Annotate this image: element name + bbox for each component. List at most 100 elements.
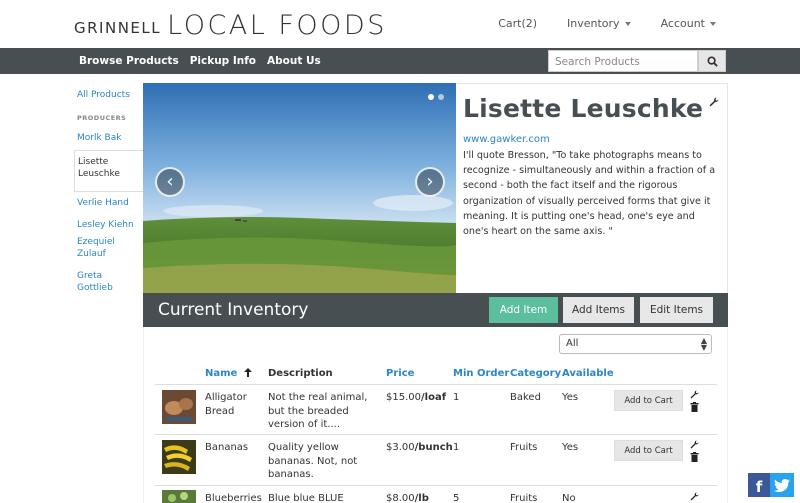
product-category: Baked <box>510 392 541 403</box>
product-category: Fruits <box>510 493 538 503</box>
column-header-description: Description <box>268 368 333 379</box>
site-header: GRINNELL LOCAL FOODS Cart(2) Inventory A… <box>0 0 800 48</box>
producer-photo-carousel: ‹ › <box>143 83 456 293</box>
sort-up-icon <box>243 368 252 377</box>
table-divider <box>155 434 717 435</box>
producer-bio: I'll quote Bresson, "To take photographs… <box>463 150 716 238</box>
table-divider <box>155 485 717 486</box>
row-actions <box>690 390 699 412</box>
row-actions <box>690 440 699 462</box>
product-available: Yes <box>562 392 579 403</box>
account-menu[interactable]: Account <box>661 17 716 30</box>
main-navbar: Browse Products Pickup Info About Us Sea… <box>0 48 800 74</box>
trash-icon[interactable] <box>690 402 699 412</box>
product-price: $15.00/loaf <box>386 391 446 405</box>
producer-name: Lisette Leuschke <box>463 94 704 123</box>
sidebar-producer-item[interactable]: Lesley Kiehn <box>77 219 139 231</box>
carousel-prev-button[interactable]: ‹ <box>155 167 185 197</box>
trash-icon[interactable] <box>690 452 699 462</box>
carousel-next-button[interactable]: › <box>415 167 445 197</box>
sidebar-producer-item[interactable]: Morlk Bak <box>77 132 139 144</box>
price-value: $8.00 <box>386 493 415 503</box>
caret-down-icon <box>624 22 631 26</box>
nav-about-us[interactable]: About Us <box>267 55 321 67</box>
product-price: $3.00/bunch <box>386 441 453 455</box>
twitter-icon <box>774 478 790 492</box>
sidebar-producer-item[interactable]: Ezequiel Zulauf <box>77 236 139 260</box>
facebook-icon: f <box>755 478 763 496</box>
product-available: No <box>562 493 576 503</box>
add-items-button[interactable]: Add Items <box>563 297 634 323</box>
wrench-icon[interactable] <box>690 390 699 399</box>
product-thumbnail[interactable] <box>162 490 196 503</box>
product-category: Fruits <box>510 442 538 453</box>
inventory-menu[interactable]: Inventory <box>567 17 631 30</box>
add-to-cart-button[interactable]: Add to Cart <box>614 440 683 461</box>
search-icon <box>706 55 718 67</box>
product-description: Not the real animal, but the breaded ver… <box>268 392 368 430</box>
column-header-price[interactable]: Price <box>386 368 414 379</box>
column-header-min-order[interactable]: Min Order <box>453 368 509 379</box>
nav-pickup-info[interactable]: Pickup Info <box>190 55 256 67</box>
add-to-cart-button[interactable]: Add to Cart <box>614 390 683 411</box>
sidebar-all-products[interactable]: All Products <box>77 89 130 101</box>
column-header-name[interactable]: Name <box>205 368 252 379</box>
logo-small-text: GRINNELL <box>74 19 162 37</box>
product-name[interactable]: Bananas <box>205 441 265 455</box>
top-nav: Cart(2) Inventory Account <box>498 17 716 30</box>
producer-website-link[interactable]: www.gawker.com <box>463 134 550 145</box>
chevron-right-icon: › <box>426 171 434 192</box>
select-arrows-icon: ▲ ▼ <box>700 336 707 352</box>
price-value: $3.00 <box>386 442 415 453</box>
row-actions <box>690 492 699 501</box>
category-filter-select[interactable]: All ▲ ▼ <box>559 334 712 354</box>
product-name[interactable]: Alligator Bread <box>205 391 265 418</box>
carousel-dot[interactable] <box>438 94 444 100</box>
nav-browse-products[interactable]: Browse Products <box>79 55 179 67</box>
product-min-order: 5 <box>453 493 460 503</box>
wrench-icon[interactable] <box>690 492 699 501</box>
search-button[interactable] <box>698 50 726 72</box>
product-thumbnail[interactable] <box>162 440 196 474</box>
social-share-buttons: f <box>748 473 794 497</box>
edit-items-button[interactable]: Edit Items <box>640 297 713 323</box>
producer-info-panel: Lisette Leuschke www.gawker.com I'll quo… <box>456 83 728 293</box>
inventory-title: Current Inventory <box>158 300 309 320</box>
twitter-share-button[interactable] <box>770 473 794 497</box>
product-price: $8.00/lb <box>386 492 429 503</box>
facebook-share-button[interactable]: f <box>748 473 770 497</box>
column-header-name-label: Name <box>205 368 238 379</box>
account-menu-label: Account <box>660 17 705 30</box>
product-thumbnail[interactable] <box>162 390 196 424</box>
add-item-button[interactable]: Add Item <box>489 297 558 323</box>
inventory-header: Current Inventory Add Item Add Items Edi… <box>143 293 728 327</box>
product-description: Quality yellow bananas. Not, not bananas… <box>268 442 358 480</box>
edit-producer-button[interactable] <box>709 92 719 111</box>
product-min-order: 1 <box>453 392 460 403</box>
product-min-order: 1 <box>453 442 460 453</box>
inventory-menu-label: Inventory <box>567 17 620 30</box>
site-logo[interactable]: GRINNELL LOCAL FOODS <box>74 10 387 40</box>
category-filter-value: All <box>566 338 579 349</box>
column-header-category[interactable]: Category <box>510 368 561 379</box>
chevron-left-icon: ‹ <box>166 171 174 192</box>
product-available: Yes <box>562 442 579 453</box>
logo-big-text: LOCAL FOODS <box>167 10 387 41</box>
wrench-icon[interactable] <box>690 440 699 449</box>
carousel-indicators <box>428 94 444 100</box>
sidebar-producers-heading: PRODUCERS <box>77 114 127 122</box>
price-unit: /lb <box>414 493 429 503</box>
sidebar-producer-item[interactable]: Greta Gottlieb <box>77 270 139 294</box>
product-description: Blue blue BLUE <box>268 493 344 503</box>
carousel-dot[interactable] <box>428 94 434 100</box>
price-unit: /loaf <box>421 392 447 403</box>
cart-link[interactable]: Cart(2) <box>498 17 537 30</box>
landscape-photo <box>143 83 456 293</box>
sidebar-producer-item-active[interactable]: Lisette Leuschke <box>74 150 144 192</box>
column-header-available[interactable]: Available <box>562 368 614 379</box>
table-divider <box>155 384 717 385</box>
search-input[interactable]: Search Products <box>548 50 698 72</box>
sidebar-producer-item[interactable]: Verlie Hand <box>77 197 139 209</box>
product-name[interactable]: Blueberries <box>205 492 262 503</box>
price-value: $15.00 <box>386 392 421 403</box>
